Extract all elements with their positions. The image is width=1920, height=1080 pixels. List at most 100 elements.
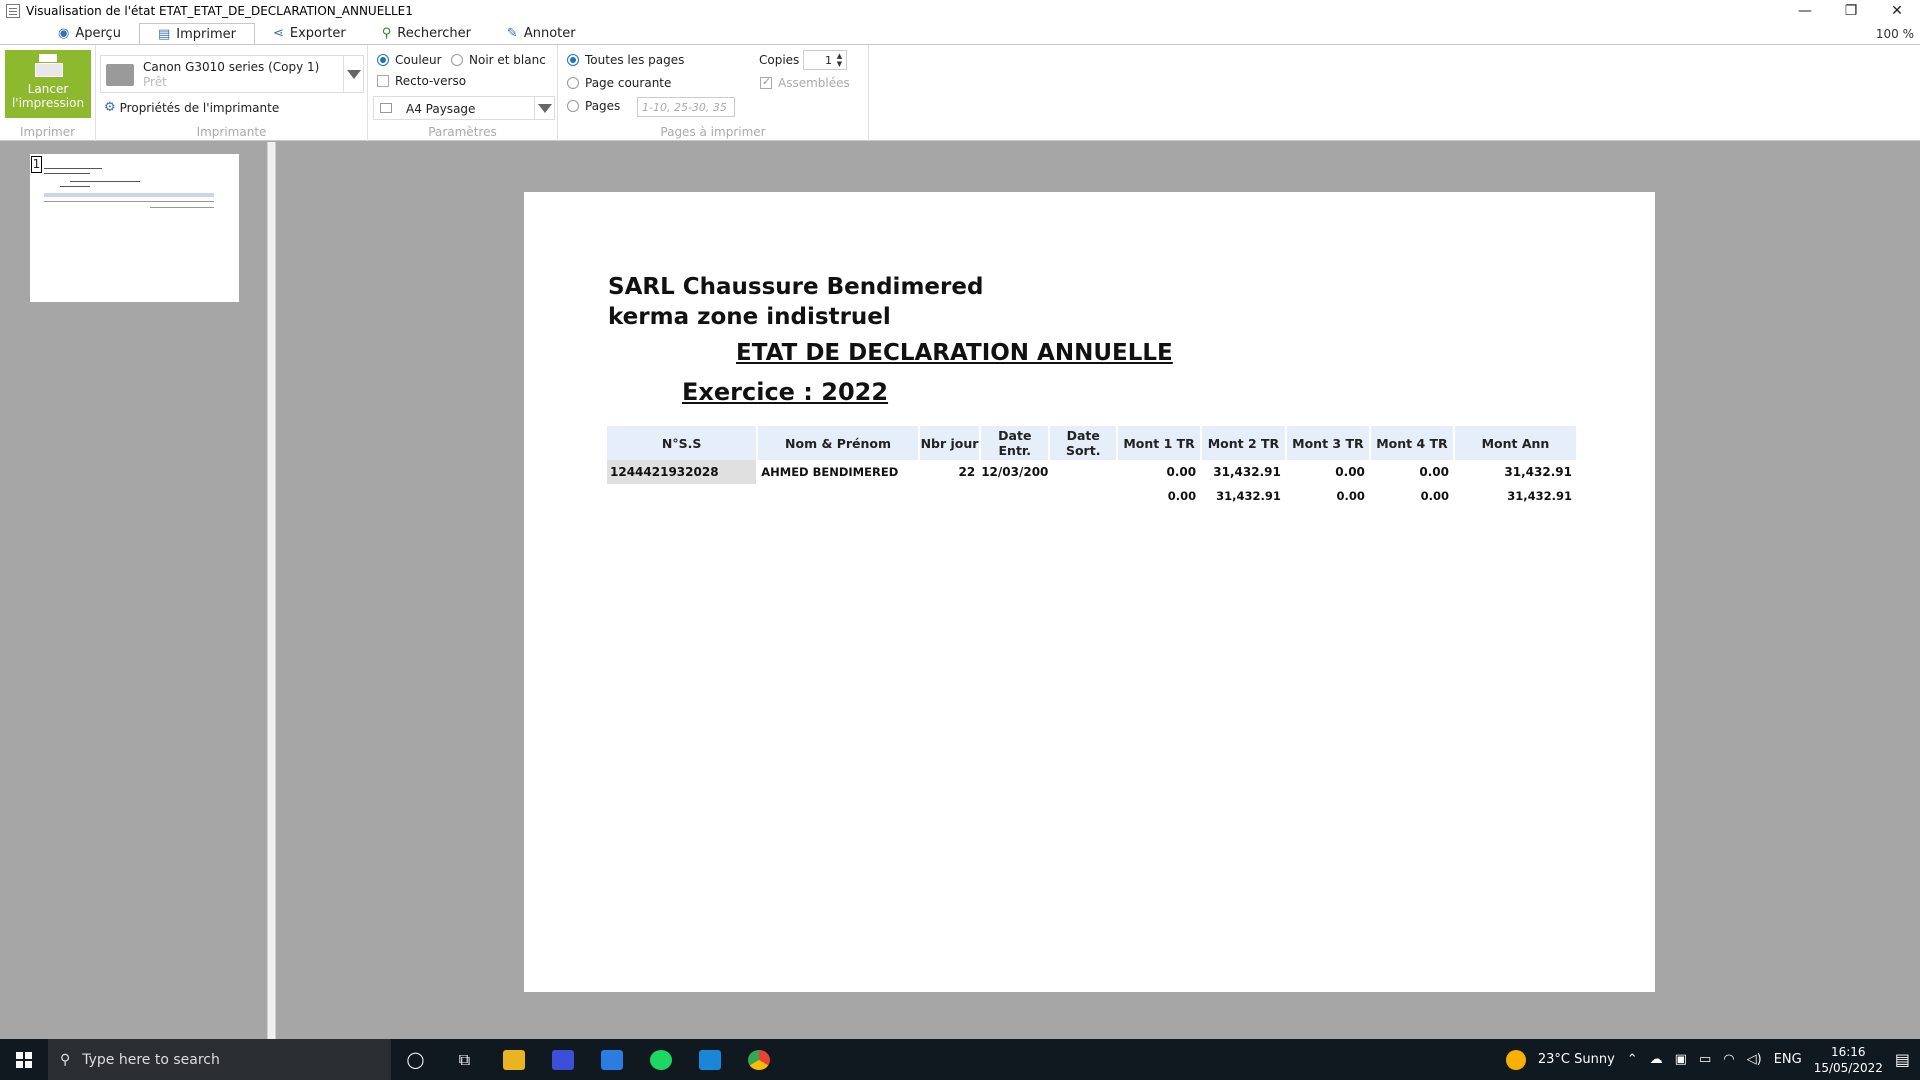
search-placeholder: Type here to search	[82, 1051, 220, 1068]
file-explorer-icon[interactable]	[489, 1039, 538, 1080]
app-icon[interactable]	[538, 1039, 587, 1080]
column-header: Nom & Prénom	[758, 426, 918, 460]
tab-label: Aperçu	[75, 25, 121, 41]
system-tray: 23°C Sunny ⌃ ☁ ▣ ▭ ◠ ◁) ENG 16:16 15/05/…	[1505, 1039, 1920, 1080]
notifications-icon[interactable]: ▤	[1895, 1050, 1910, 1069]
company-name: SARL Chaussure Bendimered	[608, 274, 984, 300]
ribbon-panel: Lancer l'impression Imprimer Imprimante …	[0, 44, 1920, 141]
all-pages-radio[interactable]: Toutes les pages	[567, 53, 684, 67]
weather-sun-icon[interactable]	[1505, 1049, 1526, 1070]
close-button[interactable]: ✕	[1874, 0, 1920, 22]
print-button[interactable]: Lancer l'impression	[5, 50, 91, 118]
pages-range-input[interactable]: 1-10, 25-30, 35	[637, 97, 735, 117]
chevron-down-icon[interactable]	[343, 56, 363, 92]
table-header-row: N°S.S Nom & Prénom Nbr jour Date Entr. D…	[607, 426, 1576, 460]
copies-label: Copies	[759, 53, 800, 67]
printer-icon: ▤	[157, 26, 171, 42]
cell-date-in: 12/03/200	[981, 465, 1049, 479]
thumbnail-page-number: 1	[31, 156, 42, 173]
spinner-arrows-icon[interactable]: ▲ ▼	[834, 52, 845, 68]
clock-time: 16:16	[1830, 1044, 1866, 1059]
current-page-label: Page courante	[585, 76, 672, 90]
meet-icon[interactable]: ▣	[1675, 1052, 1687, 1067]
chevron-down-icon[interactable]	[534, 97, 554, 119]
total-m2: 31,432.91	[1216, 489, 1281, 503]
chevron-up-icon[interactable]: ⌃	[1627, 1052, 1638, 1067]
tab-rechercher[interactable]: ⚲ Rechercher	[364, 22, 489, 44]
weather-text[interactable]: 23°C Sunny	[1538, 1052, 1615, 1067]
bw-radio[interactable]: Noir et blanc	[451, 53, 546, 67]
tab-exporter[interactable]: ⋖ Exporter	[255, 22, 364, 44]
radio-icon	[377, 54, 389, 66]
search-icon: ⚲	[381, 25, 392, 41]
document-icon	[6, 4, 20, 18]
collated-label: Assemblées	[778, 76, 850, 90]
color-radio[interactable]: Couleur	[377, 53, 442, 67]
battery-icon[interactable]: ▭	[1699, 1052, 1711, 1067]
paper-icon	[380, 103, 392, 113]
page-thumbnail[interactable]	[30, 154, 239, 302]
minimize-button[interactable]: —	[1782, 0, 1828, 22]
tab-annoter[interactable]: ✎ Annoter	[489, 22, 594, 44]
color-label: Couleur	[395, 53, 442, 67]
title-bar: Visualisation de l'état ETAT_ETAT_DE_DEC…	[0, 0, 1920, 22]
eye-icon: ◉	[58, 25, 70, 41]
group-label: Pages à imprimer	[660, 125, 766, 139]
printer-icon	[106, 64, 134, 86]
copies-value: 1	[825, 54, 832, 67]
duplex-checkbox[interactable]: Recto-verso	[377, 74, 466, 88]
printer-select[interactable]: Canon G3010 series (Copy 1) Prêt	[100, 55, 364, 93]
share-icon: ⋖	[272, 25, 284, 41]
wifi-icon[interactable]: ◠	[1723, 1052, 1734, 1067]
mail-icon[interactable]	[685, 1039, 734, 1080]
current-page-radio[interactable]: Page courante	[567, 76, 671, 90]
window-controls: — ❐ ✕	[1782, 0, 1920, 22]
pages-label: Pages	[585, 99, 621, 113]
group-label: Imprimante	[196, 125, 267, 139]
taskbar-search[interactable]: ⚲ Type here to search	[48, 1039, 391, 1080]
cell-name: AHMED BENDIMERED	[761, 465, 899, 479]
copies-stepper[interactable]: 1 ▲ ▼	[803, 50, 847, 70]
start-button[interactable]	[0, 1039, 48, 1080]
task-view-icon[interactable]: ⧉	[440, 1039, 489, 1080]
column-header: N°S.S	[607, 426, 757, 460]
language-indicator[interactable]: ENG	[1774, 1052, 1802, 1067]
cloud-icon[interactable]: ☁	[1650, 1052, 1663, 1067]
company-address: kerma zone indistruel	[608, 304, 891, 330]
restore-button[interactable]: ❐	[1828, 0, 1874, 22]
total-m3: 0.00	[1336, 489, 1365, 503]
cell-annual: 31,432.91	[1504, 465, 1572, 479]
cell-nss: 1244421932028	[607, 460, 757, 484]
group-label: Imprimer	[19, 125, 76, 139]
pages-radio[interactable]: Pages	[567, 99, 620, 113]
printer-name: Canon G3010 series (Copy 1)	[143, 60, 320, 74]
total-m4: 0.00	[1420, 489, 1449, 503]
printer-properties-button[interactable]: ⚙ Propriétés de l'imprimante	[104, 100, 279, 115]
clock[interactable]: 16:16 15/05/2022	[1814, 1044, 1883, 1076]
table-row: 1244421932028 AHMED BENDIMERED 22 12/03/…	[607, 460, 1576, 484]
tab-label: Exporter	[289, 25, 346, 41]
clock-date: 15/05/2022	[1813, 1060, 1883, 1075]
chrome-icon[interactable]	[734, 1039, 783, 1080]
taskbar: ⚲ Type here to search ◯ ⧉ 23°C Sunny ⌃ ☁…	[0, 1039, 1920, 1080]
duplex-label: Recto-verso	[395, 74, 467, 88]
pencil-icon: ✎	[506, 25, 518, 41]
company-header: SARL Chaussure Bendimered kerma zone ind…	[608, 272, 983, 332]
radio-icon	[567, 54, 579, 66]
printer-icon	[33, 54, 63, 78]
printer-properties-label: Propriétés de l'imprimante	[119, 100, 280, 115]
spotify-icon[interactable]	[636, 1039, 685, 1080]
cell-m2: 31,432.91	[1213, 465, 1281, 479]
paper-value: A4 Paysage	[406, 102, 476, 116]
cortana-icon[interactable]: ◯	[391, 1039, 440, 1080]
store-icon[interactable]	[587, 1039, 636, 1080]
paper-select[interactable]: A4 Paysage	[373, 96, 555, 120]
tab-apercu[interactable]: ◉ Aperçu	[40, 22, 139, 44]
column-header: Mont 2 TR	[1202, 426, 1285, 460]
radio-icon	[451, 54, 463, 66]
panel-splitter[interactable]	[267, 142, 276, 1039]
tab-imprimer[interactable]: ▤ Imprimer	[138, 23, 255, 45]
collated-checkbox[interactable]: Assemblées	[760, 75, 850, 90]
volume-icon[interactable]: ◁)	[1747, 1052, 1762, 1067]
column-header: Mont 3 TR	[1286, 426, 1369, 460]
